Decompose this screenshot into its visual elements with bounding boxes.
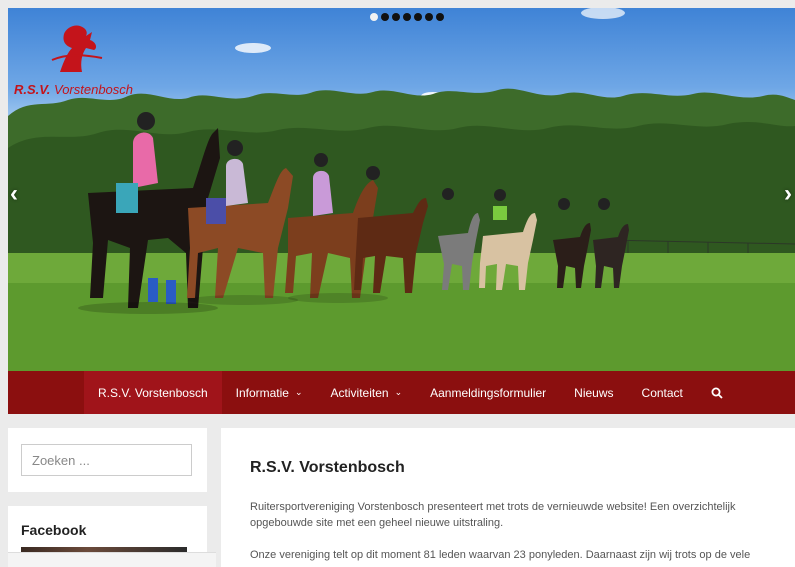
site-logo[interactable]: R.S.V. Vorstenbosch [14, 20, 144, 100]
search-icon[interactable] [697, 371, 737, 414]
members-paragraph: Onze vereniging telt op dit moment 81 le… [250, 549, 751, 561]
bottom-bar [8, 552, 216, 567]
nav-item-label: Informatie [235, 385, 289, 400]
nav-item-label: Nieuws [574, 385, 614, 400]
slider-dot[interactable] [370, 13, 378, 21]
nav-item-label: Contact [641, 385, 683, 400]
facebook-title: Facebook [21, 522, 87, 538]
logo-text: R.S.V. Vorstenbosch [14, 82, 133, 97]
horse-logo-icon [51, 25, 103, 72]
main-nav: R.S.V. Vorstenbosch Informatie ⌄ Activiteit… [8, 371, 795, 414]
main-content: R.S.V. Vorstenbosch Ruitersportverenigin… [221, 428, 795, 567]
nav-item-contact[interactable]: Contact [628, 371, 697, 414]
nav-item-label: R.S.V. Vorstenbosch [98, 385, 208, 400]
intro-paragraph: Ruitersportvereniging Vorstenbosch prese… [250, 501, 736, 529]
nav-item-informatie[interactable]: Informatie ⌄ [222, 371, 317, 414]
slider-dots [370, 13, 444, 21]
hero-slider: R.S.V. Vorstenbosch ‹ › [8, 8, 795, 371]
search-input[interactable] [21, 444, 192, 476]
slider-next-arrow-icon[interactable]: › [784, 180, 792, 208]
sidebar-search-widget [8, 428, 207, 492]
nav-item-r-s-v-vorstenbosch[interactable]: R.S.V. Vorstenbosch [84, 371, 222, 414]
slider-dot[interactable] [414, 13, 422, 21]
nav-item-label: Activiteiten [330, 385, 389, 400]
nav-item-activiteiten[interactable]: Activiteiten ⌄ [317, 371, 417, 414]
logo-prefix: R.S.V. [14, 82, 51, 97]
chevron-down-icon: ⌄ [394, 387, 403, 397]
slider-dot[interactable] [392, 13, 400, 21]
slider-dot[interactable] [403, 13, 411, 21]
nav-item-aanmeldingsformulier[interactable]: Aanmeldingsformulier [416, 371, 560, 414]
nav-item-label: Aanmeldingsformulier [430, 385, 547, 400]
slider-dot[interactable] [436, 13, 444, 21]
slider-prev-arrow-icon[interactable]: ‹ [10, 180, 18, 208]
slider-dot[interactable] [425, 13, 433, 21]
slider-dot[interactable] [381, 13, 389, 21]
nav-item-nieuws[interactable]: Nieuws [560, 371, 627, 414]
chevron-down-icon: ⌄ [294, 387, 303, 397]
page-title: R.S.V. Vorstenbosch [250, 459, 405, 476]
logo-name: Vorstenbosch [54, 82, 134, 97]
